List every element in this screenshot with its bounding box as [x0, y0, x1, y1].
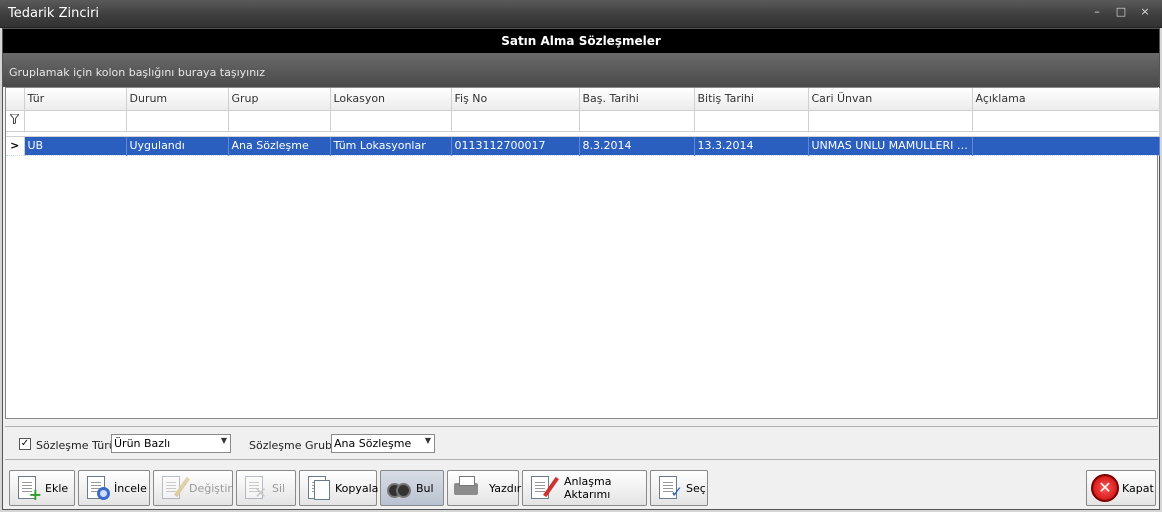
agreement-transfer-label: Anlaşma Aktarımı [564, 475, 612, 501]
maximize-button[interactable]: □ [1114, 5, 1128, 18]
binoculars-icon [385, 474, 413, 502]
check-document-icon: ✓ [655, 474, 683, 502]
chevron-down-icon: ▼ [220, 436, 227, 445]
copy-document-icon [304, 474, 332, 502]
inspect-button[interactable]: İncele [78, 470, 150, 506]
column-header-bitis-tarihi[interactable]: Bitiş Tarihi [694, 88, 809, 111]
filter-bar: ✓ Sözleşme Türü Ürün Bazlı ▼ Sözleşme Gr… [5, 426, 1158, 460]
filter-cell-aciklama[interactable] [972, 110, 1160, 132]
printer-icon [452, 474, 480, 502]
contract-group-value: Ana Sözleşme [334, 437, 412, 450]
table-cell[interactable]: Tüm Lokasyonlar [330, 136, 452, 156]
table-cell[interactable]: Ana Sözleşme [228, 136, 331, 156]
delete-button[interactable]: ✕ Sil [236, 470, 296, 506]
print-button[interactable]: Yazdır [447, 470, 522, 506]
close-button[interactable]: ✕ Kapat [1086, 470, 1156, 506]
filter-row [6, 110, 1160, 132]
contract-type-select[interactable]: Ürün Bazlı ▼ [111, 434, 231, 453]
table-cell[interactable]: Uygulandı [126, 136, 229, 156]
add-button[interactable]: + Ekle [9, 470, 75, 506]
page-title: Satın Alma Sözleşmeler [3, 29, 1159, 53]
contract-group-label: Sözleşme Grubu [249, 439, 339, 452]
edit-document-icon [158, 474, 190, 502]
table-cell[interactable]: UNMAS UNLU MAMULLERI SA... [808, 136, 973, 156]
close-window-button[interactable]: × [1138, 5, 1152, 18]
group-by-panel[interactable]: Gruplamak için kolon başlığını buraya ta… [3, 53, 1159, 87]
filter-cell-cari-unvan[interactable] [808, 110, 973, 132]
row-indicator: > [6, 136, 25, 156]
column-header-cari-unvan[interactable]: Cari Ünvan [808, 88, 973, 111]
add-document-icon: + [14, 474, 42, 503]
column-header-grup[interactable]: Grup [228, 88, 331, 111]
delete-document-icon: ✕ [241, 474, 269, 502]
filter-icon [6, 110, 25, 132]
filter-cell-durum[interactable] [126, 110, 229, 132]
edit-button[interactable]: Değiştir [153, 470, 233, 506]
filter-cell-grup[interactable] [228, 110, 331, 132]
select-label: Seç [686, 481, 706, 495]
window-controls: – □ × [1090, 5, 1152, 18]
table-cell[interactable]: 13.3.2014 [694, 136, 809, 156]
window-titlebar: Tedarik Zinciri – □ × [0, 0, 1162, 28]
contracts-grid[interactable]: Tür Durum Grup Lokasyon Fiş No Baş. Tari… [5, 87, 1160, 419]
find-button[interactable]: Bul [380, 470, 444, 506]
print-label: Yazdır [489, 481, 522, 495]
filter-cell-fis-no[interactable] [451, 110, 580, 132]
contract-type-label: Sözleşme Türü [36, 439, 116, 452]
action-toolbar: + Ekle İncele Değiştir ✕ Sil Kopyala Bul… [3, 466, 1159, 510]
add-label: Ekle [45, 481, 69, 495]
filter-cell-bas-tarihi[interactable] [579, 110, 695, 132]
table-cell[interactable]: 8.3.2014 [579, 136, 695, 156]
close-icon: ✕ [1091, 474, 1119, 502]
column-header-fis-no[interactable]: Fiş No [451, 88, 580, 111]
column-header-bas-tarihi[interactable]: Baş. Tarihi [579, 88, 695, 111]
contract-type-value: Ürün Bazlı [114, 437, 171, 450]
table-cell[interactable]: UB [24, 136, 127, 156]
group-by-hint: Gruplamak için kolon başlığını buraya ta… [9, 66, 266, 79]
contract-group-select[interactable]: Ana Sözleşme ▼ [331, 434, 435, 453]
copy-label: Kopyala [335, 481, 379, 495]
agreement-transfer-button[interactable]: Anlaşma Aktarımı [522, 470, 647, 506]
table-cell[interactable] [972, 136, 1160, 156]
table-cell[interactable]: 0113112700017 [451, 136, 580, 156]
inspect-label: İncele [114, 481, 147, 495]
delete-label: Sil [272, 481, 286, 495]
select-button[interactable]: ✓ Seç [650, 470, 708, 506]
column-header-lokasyon[interactable]: Lokasyon [330, 88, 452, 111]
column-header-tur[interactable]: Tür [24, 88, 127, 111]
column-header-durum[interactable]: Durum [126, 88, 229, 111]
edit-document-icon [527, 474, 559, 502]
minimize-button[interactable]: – [1090, 5, 1104, 18]
find-label: Bul [416, 481, 434, 495]
main-frame: Satın Alma Sözleşmeler Gruplamak için ko… [2, 28, 1160, 510]
edit-label: Değiştir [189, 481, 232, 495]
magnifier-document-icon [83, 474, 111, 502]
window-title: Tedarik Zinciri [8, 6, 100, 21]
column-header-aciklama[interactable]: Açıklama [972, 88, 1160, 111]
table-row[interactable]: > UB Uygulandı Ana Sözleşme Tüm Lokasyon… [6, 136, 1160, 156]
contract-type-checkbox[interactable]: ✓ [19, 438, 31, 450]
filter-cell-lokasyon[interactable] [330, 110, 452, 132]
close-label: Kapat [1122, 481, 1154, 495]
filter-cell-bitis-tarihi[interactable] [694, 110, 809, 132]
filter-cell-tur[interactable] [24, 110, 127, 132]
column-header-row: Tür Durum Grup Lokasyon Fiş No Baş. Tari… [6, 88, 1160, 111]
chevron-down-icon: ▼ [424, 436, 431, 445]
header-indicator [6, 88, 25, 111]
copy-button[interactable]: Kopyala [299, 470, 379, 506]
